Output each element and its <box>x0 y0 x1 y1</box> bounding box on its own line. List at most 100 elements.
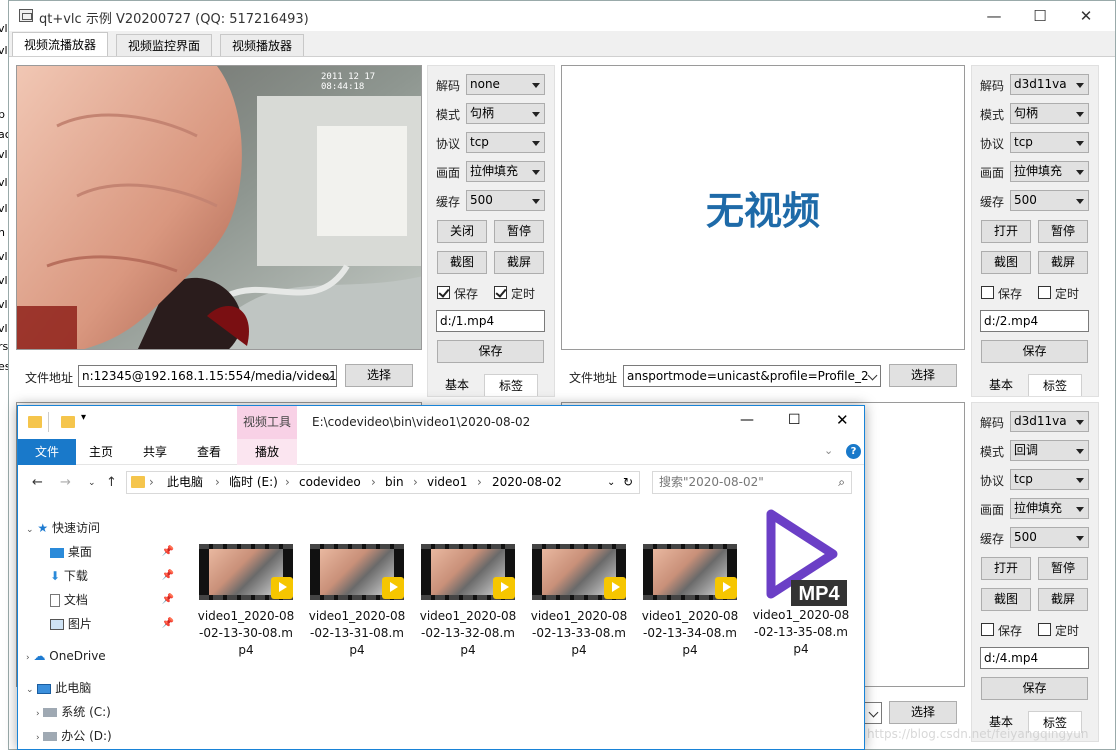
choose-button[interactable]: 选择 <box>345 364 413 387</box>
file-item[interactable]: video1_2020-08-02-13-33-08.mp4 <box>529 544 629 659</box>
ribbon-tab-file[interactable]: 文件 <box>18 439 76 465</box>
nav-documents[interactable]: 文档 📌 <box>50 588 176 612</box>
address-dropdown-icon[interactable]: ⌄ <box>607 472 615 493</box>
timer-checkbox[interactable] <box>1038 286 1051 299</box>
tab-basic[interactable]: 基本 <box>976 374 1026 396</box>
ribbon-tab-share[interactable]: 共享 <box>130 439 180 465</box>
url-combo[interactable]: n:12345@192.168.1.15:554/media/video1 <box>78 365 337 387</box>
protocol-select[interactable]: tcp <box>1010 469 1089 490</box>
open-button[interactable]: 打开 <box>981 557 1031 580</box>
file-item[interactable]: video1_2020-08-02-13-30-08.mp4 <box>196 544 296 659</box>
title-bar[interactable]: qt+vlc 示例 V20200727 (QQ: 517216493) — ☐ … <box>9 1 1115 31</box>
save-checkbox[interactable] <box>981 286 994 299</box>
save-checkbox[interactable] <box>981 623 994 636</box>
nav-pictures[interactable]: 图片 📌 <box>50 612 176 636</box>
video-view-2[interactable]: 无视频 <box>561 65 965 350</box>
snapshot-button[interactable]: 截图 <box>981 588 1031 611</box>
protocol-select[interactable]: tcp <box>466 132 545 153</box>
tab-stream-player[interactable]: 视频流播放器 <box>12 32 109 57</box>
nav-quick-access[interactable]: ⌄ ★ 快速访问 <box>26 516 176 540</box>
nav-onedrive[interactable]: › ☁ OneDrive <box>26 644 176 668</box>
save-button[interactable]: 保存 <box>437 340 544 363</box>
choose-button[interactable]: 选择 <box>889 701 957 724</box>
breadcrumb-codevideo[interactable]: codevideo <box>299 472 361 493</box>
video-view-1[interactable]: 2011 12 17 08:44:18 <box>16 65 422 350</box>
quick-access-dropdown-icon[interactable]: ▾ <box>81 412 86 423</box>
save-path-input[interactable]: d:/2.mp4 <box>980 310 1089 332</box>
file-item[interactable]: MP4 video1_2020-08-02-13-35-08.mp4 <box>751 506 851 658</box>
close-button[interactable]: ✕ <box>1063 1 1109 31</box>
help-icon[interactable]: ? <box>846 444 861 459</box>
snapshot-button[interactable]: 截图 <box>981 251 1031 274</box>
explorer-minimize-button[interactable]: — <box>740 412 754 428</box>
save-button[interactable]: 保存 <box>981 677 1088 700</box>
mode-select[interactable]: 回调 <box>1010 440 1089 461</box>
save-path-input[interactable]: d:/1.mp4 <box>436 310 545 332</box>
file-item[interactable]: video1_2020-08-02-13-31-08.mp4 <box>307 544 407 659</box>
tab-video-player[interactable]: 视频播放器 <box>220 34 305 57</box>
file-item[interactable]: video1_2020-08-02-13-32-08.mp4 <box>418 544 518 659</box>
new-folder-icon[interactable] <box>61 416 75 428</box>
nav-drive-d[interactable]: › 办公 (D:) <box>36 724 176 748</box>
file-item[interactable]: video1_2020-08-02-13-34-08.mp4 <box>640 544 740 659</box>
search-input[interactable]: 搜索"2020-08-02" ⌕ <box>652 471 852 494</box>
close-stream-button[interactable]: 关闭 <box>437 220 487 243</box>
pause-button[interactable]: 暂停 <box>494 220 544 243</box>
explorer-maximize-button[interactable]: ☐ <box>788 412 801 428</box>
breadcrumb-date-folder[interactable]: 2020-08-02 <box>492 472 562 493</box>
back-arrow-icon[interactable]: ← <box>32 475 43 490</box>
choose-button[interactable]: 选择 <box>889 364 957 387</box>
recent-locations-icon[interactable]: ⌄ <box>88 478 96 488</box>
cache-select[interactable]: 500 <box>1010 527 1089 548</box>
explorer-close-button[interactable]: ✕ <box>836 411 849 429</box>
breadcrumb-video1[interactable]: video1 <box>427 472 467 493</box>
tab-monitor[interactable]: 视频监控界面 <box>116 34 213 57</box>
nav-downloads[interactable]: ⬇ 下载 📌 <box>50 564 176 588</box>
screenshot-button[interactable]: 截屏 <box>1038 251 1088 274</box>
screenshot-button[interactable]: 截屏 <box>1038 588 1088 611</box>
breadcrumb-bin[interactable]: bin <box>385 472 404 493</box>
open-button[interactable]: 打开 <box>981 220 1031 243</box>
mode-select[interactable]: 句柄 <box>466 103 545 124</box>
pin-icon[interactable]: 📌 <box>162 612 174 636</box>
tab-basic[interactable]: 基本 <box>432 374 482 396</box>
ribbon-expand-icon[interactable]: ⌄ <box>824 444 833 457</box>
protocol-select[interactable]: tcp <box>1010 132 1089 153</box>
nav-drive-c[interactable]: › 系统 (C:) <box>36 700 176 724</box>
decode-select[interactable]: d3d11va <box>1010 74 1089 95</box>
mode-select[interactable]: 句柄 <box>1010 103 1089 124</box>
ribbon-tab-home[interactable]: 主页 <box>76 439 126 465</box>
save-path-input[interactable]: d:/4.mp4 <box>980 647 1089 669</box>
pause-button[interactable]: 暂停 <box>1038 557 1088 580</box>
save-checkbox[interactable] <box>437 286 450 299</box>
tab-tag[interactable]: 标签 <box>1028 374 1082 396</box>
save-button[interactable]: 保存 <box>981 340 1088 363</box>
decode-select[interactable]: d3d11va <box>1010 411 1089 432</box>
forward-arrow-icon[interactable]: → <box>60 475 71 490</box>
screenshot-button[interactable]: 截屏 <box>494 251 544 274</box>
url-combo[interactable]: ansportmode=unicast&profile=Profile_2 <box>623 365 881 387</box>
timer-checkbox[interactable] <box>1038 623 1051 636</box>
cache-select[interactable]: 500 <box>1010 190 1089 211</box>
pin-icon[interactable]: 📌 <box>162 564 174 588</box>
screen-select[interactable]: 拉伸填充 <box>1010 161 1089 182</box>
cache-select[interactable]: 500 <box>466 190 545 211</box>
pause-button[interactable]: 暂停 <box>1038 220 1088 243</box>
breadcrumb-drive-e[interactable]: 临时 (E:) <box>229 472 278 493</box>
ribbon-tab-view[interactable]: 查看 <box>184 439 234 465</box>
decode-select[interactable]: none <box>466 74 545 95</box>
maximize-button[interactable]: ☐ <box>1017 1 1063 31</box>
refresh-icon[interactable]: ↻ <box>623 472 633 493</box>
ribbon-tab-play[interactable]: 播放 <box>237 439 297 465</box>
screen-select[interactable]: 拉伸填充 <box>466 161 545 182</box>
timer-checkbox[interactable] <box>494 286 507 299</box>
screen-select[interactable]: 拉伸填充 <box>1010 498 1089 519</box>
explorer-title-bar[interactable]: ▾ 视频工具 E:\codevideo\bin\video1\2020-08-0… <box>18 406 864 439</box>
up-arrow-icon[interactable]: ↑ <box>106 475 117 490</box>
breadcrumb-this-pc[interactable]: 此电脑 <box>167 472 203 493</box>
address-breadcrumb[interactable]: › 此电脑 › 临时 (E:) › codevideo › bin › vide… <box>126 471 640 494</box>
minimize-button[interactable]: — <box>971 1 1017 31</box>
tab-tag[interactable]: 标签 <box>484 374 538 396</box>
pin-icon[interactable]: 📌 <box>162 588 174 612</box>
nav-this-pc[interactable]: ⌄ 此电脑 <box>26 676 176 700</box>
